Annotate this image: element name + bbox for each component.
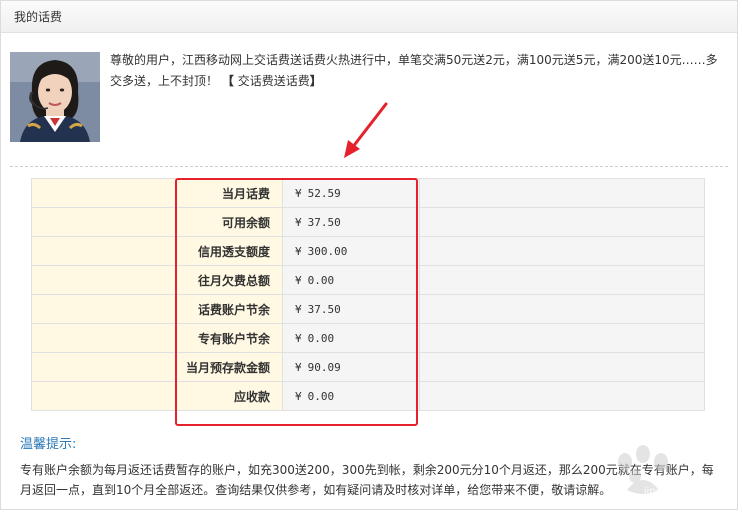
row-label: 当月话费: [176, 178, 283, 208]
row-filler: [419, 294, 705, 324]
link-bracket-open: 【: [221, 74, 234, 88]
row-value: ¥0.00: [282, 381, 420, 411]
row-label: 当月预存款金额: [176, 352, 283, 382]
row-label: 往月欠费总额: [176, 265, 283, 295]
row-spacer: [31, 352, 177, 382]
row-spacer: [31, 207, 177, 237]
dashed-divider: [10, 166, 728, 167]
amount: 37.50: [307, 302, 341, 316]
row-filler: [419, 323, 705, 353]
currency-symbol: ¥: [295, 389, 302, 403]
row-filler: [419, 352, 705, 382]
currency-symbol: ¥: [295, 215, 302, 229]
amount: 0.00: [307, 389, 335, 403]
amount: 52.59: [307, 186, 341, 200]
amount: 37.50: [307, 215, 341, 229]
row-label: 话费账户节余: [176, 294, 283, 324]
table-row: 专有账户节余 ¥0.00: [31, 323, 705, 353]
link-bracket-close: 】: [309, 74, 322, 88]
table-row: 应收款 ¥0.00: [31, 381, 705, 411]
row-filler: [419, 381, 705, 411]
row-label: 专有账户节余: [176, 323, 283, 353]
row-value: ¥0.00: [282, 323, 420, 353]
currency-symbol: ¥: [295, 331, 302, 345]
currency-symbol: ¥: [295, 186, 302, 200]
table-row: 可用余额 ¥37.50: [31, 207, 705, 237]
table-row: 信用透支额度 ¥300.00: [31, 236, 705, 266]
row-spacer: [31, 323, 177, 353]
row-spacer: [31, 236, 177, 266]
tips-title: 温馨提示:: [20, 437, 77, 452]
row-value: ¥300.00: [282, 236, 420, 266]
currency-symbol: ¥: [295, 244, 302, 258]
promotion-notice: 尊敬的用户，江西移动网上交话费送话费火热进行中，单笔交满50元送2元，满100元…: [110, 50, 725, 92]
panel-title: 我的话费: [14, 10, 63, 24]
customer-service-avatar: [10, 52, 100, 142]
row-filler: [419, 265, 705, 295]
row-value: ¥0.00: [282, 265, 420, 295]
table-row: 话费账户节余 ¥37.50: [31, 294, 705, 324]
row-value: ¥90.09: [282, 352, 420, 382]
row-filler: [419, 178, 705, 208]
table-row: 往月欠费总额 ¥0.00: [31, 265, 705, 295]
avatar-image: [10, 52, 100, 142]
watermark-text: jingyan.baidu.com: [643, 486, 736, 497]
amount: 90.09: [307, 360, 341, 374]
row-filler: [419, 207, 705, 237]
row-value: ¥37.50: [282, 294, 420, 324]
row-value: ¥37.50: [282, 207, 420, 237]
row-label: 应收款: [176, 381, 283, 411]
table-row: 当月预存款金额 ¥90.09: [31, 352, 705, 382]
amount: 0.00: [307, 273, 335, 287]
row-label: 可用余额: [176, 207, 283, 237]
red-arrow-annotation: [344, 102, 388, 158]
currency-symbol: ¥: [295, 273, 302, 287]
row-filler: [419, 236, 705, 266]
amount: 300.00: [307, 244, 348, 258]
row-spacer: [31, 381, 177, 411]
amount: 0.00: [307, 331, 335, 345]
table-row: 当月话费 ¥52.59: [31, 178, 705, 208]
balance-table: 当月话费 ¥52.59 可用余额 ¥37.50 信用透支额度 ¥300.00 往…: [31, 178, 705, 411]
panel-header: 我的话费: [1, 1, 737, 33]
currency-symbol: ¥: [295, 302, 302, 316]
currency-symbol: ¥: [295, 360, 302, 374]
row-value: ¥52.59: [282, 178, 420, 208]
row-spacer: [31, 265, 177, 295]
row-spacer: [31, 294, 177, 324]
promotion-text: 尊敬的用户，江西移动网上交话费送话费火热进行中，单笔交满50元送2元，满100元…: [110, 53, 718, 88]
topup-promo-link[interactable]: 交话费送话费: [238, 74, 310, 88]
row-label: 信用透支额度: [176, 236, 283, 266]
row-spacer: [31, 178, 177, 208]
